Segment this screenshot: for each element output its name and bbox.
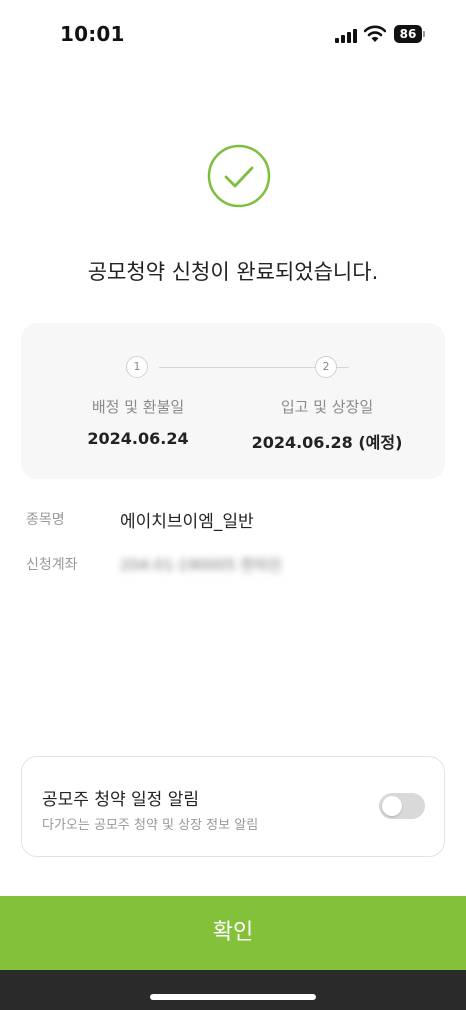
allocation-refund-date: 2024.06.24 [87,429,189,448]
allocation-refund-label: 배정 및 환불일 [91,398,185,416]
step-1-badge: 1 [126,356,148,378]
confirm-button[interactable]: 확인 [0,896,466,970]
listing-date: 2024.06.28 (예정) [251,433,403,452]
account-value: 204-01-190005 한마진 [120,556,282,574]
ipo-alert-card: 공모주 청약 일정 알림 다가오는 공모주 청약 및 상장 정보 알림 [21,756,445,857]
toggle-knob [382,796,402,816]
wifi-icon [364,25,386,42]
home-bar-area [0,970,466,1010]
listing-label: 입고 및 상장일 [280,398,374,416]
home-indicator[interactable] [150,994,316,1000]
stock-name-label: 종목명 [26,512,65,528]
account-row: 신청계좌 204-01-190005 한마진 [26,552,446,576]
account-label: 신청계좌 [26,557,78,573]
step-2-badge: 2 [315,356,337,378]
status-bar: 10:01 86 [0,0,466,70]
stock-name-row: 종목명 에이치브이엠_일반 [26,507,446,532]
stock-name-value: 에이치브이엠_일반 [120,512,254,532]
alert-title: 공모주 청약 일정 알림 [42,790,199,810]
alert-toggle[interactable] [379,793,425,819]
check-circle-icon [207,144,271,208]
signal-icon [335,29,357,43]
battery-icon: 86 [394,25,422,43]
alert-subtitle: 다가오는 공모주 청약 및 상장 정보 알림 [42,818,259,833]
schedule-card: 1 2 배정 및 환불일 입고 및 상장일 2024.06.24 2024.06… [21,323,445,479]
battery-cap [423,31,425,37]
completion-message: 공모청약 신청이 완료되었습니다. [87,260,379,284]
status-time: 10:01 [60,22,125,46]
